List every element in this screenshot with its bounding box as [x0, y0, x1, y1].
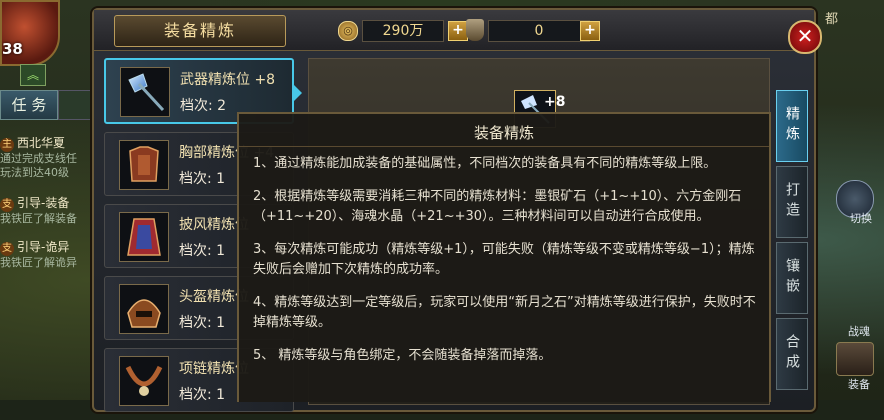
slot-grade: 档次: 1 — [179, 315, 226, 331]
add-money-button[interactable]: + — [448, 21, 468, 41]
preview-refine-level: +8 — [544, 94, 566, 110]
cape-icon — [119, 212, 169, 262]
battle-soul-label[interactable]: 战魂 — [848, 323, 870, 339]
quest-desc: 通过完成支线任 — [0, 152, 77, 165]
help-dialog[interactable]: 装备精炼 1、通过精炼能加成装备的基础属性，不同档次的装备具有不同的精炼等级上限… — [237, 112, 771, 402]
help-title: 装备精炼 — [473, 124, 534, 142]
money-amount: 290万 — [362, 20, 444, 42]
help-line-5: 5、 精炼等级与角色绑定，不会随装备掉落而掉落。 — [253, 348, 552, 363]
quest-tag: 支 — [0, 198, 14, 212]
quest-desc: 我铁匠了解装备 — [0, 212, 77, 225]
add-gem-button[interactable]: + — [580, 21, 600, 41]
equipment-label[interactable]: 装备 — [848, 376, 870, 392]
help-divider — [239, 146, 769, 147]
tab-refine[interactable]: 精炼 — [776, 90, 808, 162]
window-titlebar: 装备精炼 ◎ 290万 + 0 + ✕ — [94, 10, 822, 54]
help-line-2: 2、根据精炼等级需要消耗三种不同的精炼材料：墨银矿石（+1~+10）、六方金刚石… — [253, 189, 742, 224]
quest-title: 主西北华夏 — [0, 136, 66, 152]
selected-slot-arrow-icon — [294, 85, 302, 101]
gem-amount: 0 — [488, 20, 590, 42]
window-title: 装备精炼 — [114, 15, 286, 47]
equipment-icon[interactable] — [836, 342, 874, 376]
tab-forge[interactable]: 打造 — [776, 166, 808, 238]
slot-grade: 档次: 1 — [179, 243, 226, 259]
helmet-icon — [119, 284, 169, 334]
switch-label: 切换 — [850, 212, 872, 225]
quest-desc-2: 玩法到达40级 — [0, 166, 69, 179]
help-line-4: 4、精炼等级达到一定等级后，玩家可以使用“新月之石”对精炼等级进行保护，失败时不… — [253, 295, 756, 330]
quest-desc: 我铁匠了解诡异 — [0, 256, 77, 269]
expand-chevron-icon[interactable]: ︽ — [20, 64, 46, 86]
quest-item-main[interactable]: 主西北华夏 通过完成支线任 玩法到达40级 — [0, 136, 90, 180]
axe-icon — [120, 67, 170, 117]
task-tab[interactable]: 任 务 — [0, 90, 58, 120]
quest-tag: 支 — [0, 242, 14, 256]
map-name-label: 都 — [824, 12, 838, 27]
quest-item-side-2[interactable]: 支引导-诡异 我铁匠了解诡异 — [0, 240, 90, 270]
close-button[interactable]: ✕ — [788, 20, 822, 54]
help-line-1: 1、通过精炼能加成装备的基础属性，不同档次的装备具有不同的精炼等级上限。 — [253, 156, 717, 171]
slot-grade: 档次: 2 — [180, 98, 227, 114]
slot-name: 武器精炼位 +8 — [180, 72, 276, 88]
necklace-icon — [119, 356, 169, 406]
help-line-3: 3、每次精炼可能成功（精炼等级+1），可能失败（精炼等级不变或精炼等级−1）；精… — [253, 242, 755, 277]
quest-item-side-1[interactable]: 支引导-装备 我铁匠了解装备 — [0, 196, 90, 226]
quest-tag: 主 — [0, 138, 14, 152]
player-level: 38 — [2, 40, 23, 58]
secondary-tab[interactable] — [58, 90, 94, 120]
chest-armor-icon — [119, 140, 169, 190]
help-body: 1、通过精炼能加成装备的基础属性，不同档次的装备具有不同的精炼等级上限。 2、根… — [253, 154, 757, 379]
tab-inlay[interactable]: 镶嵌 — [776, 242, 808, 314]
coin-icon: ◎ — [338, 21, 358, 41]
gem-currency-icon — [466, 19, 484, 41]
quest-title: 支引导-装备 — [0, 196, 70, 212]
tab-synthesize[interactable]: 合成 — [776, 318, 808, 390]
slot-grade: 档次: 1 — [179, 171, 226, 187]
slot-grade: 档次: 1 — [179, 387, 226, 403]
quest-title: 支引导-诡异 — [0, 240, 70, 256]
